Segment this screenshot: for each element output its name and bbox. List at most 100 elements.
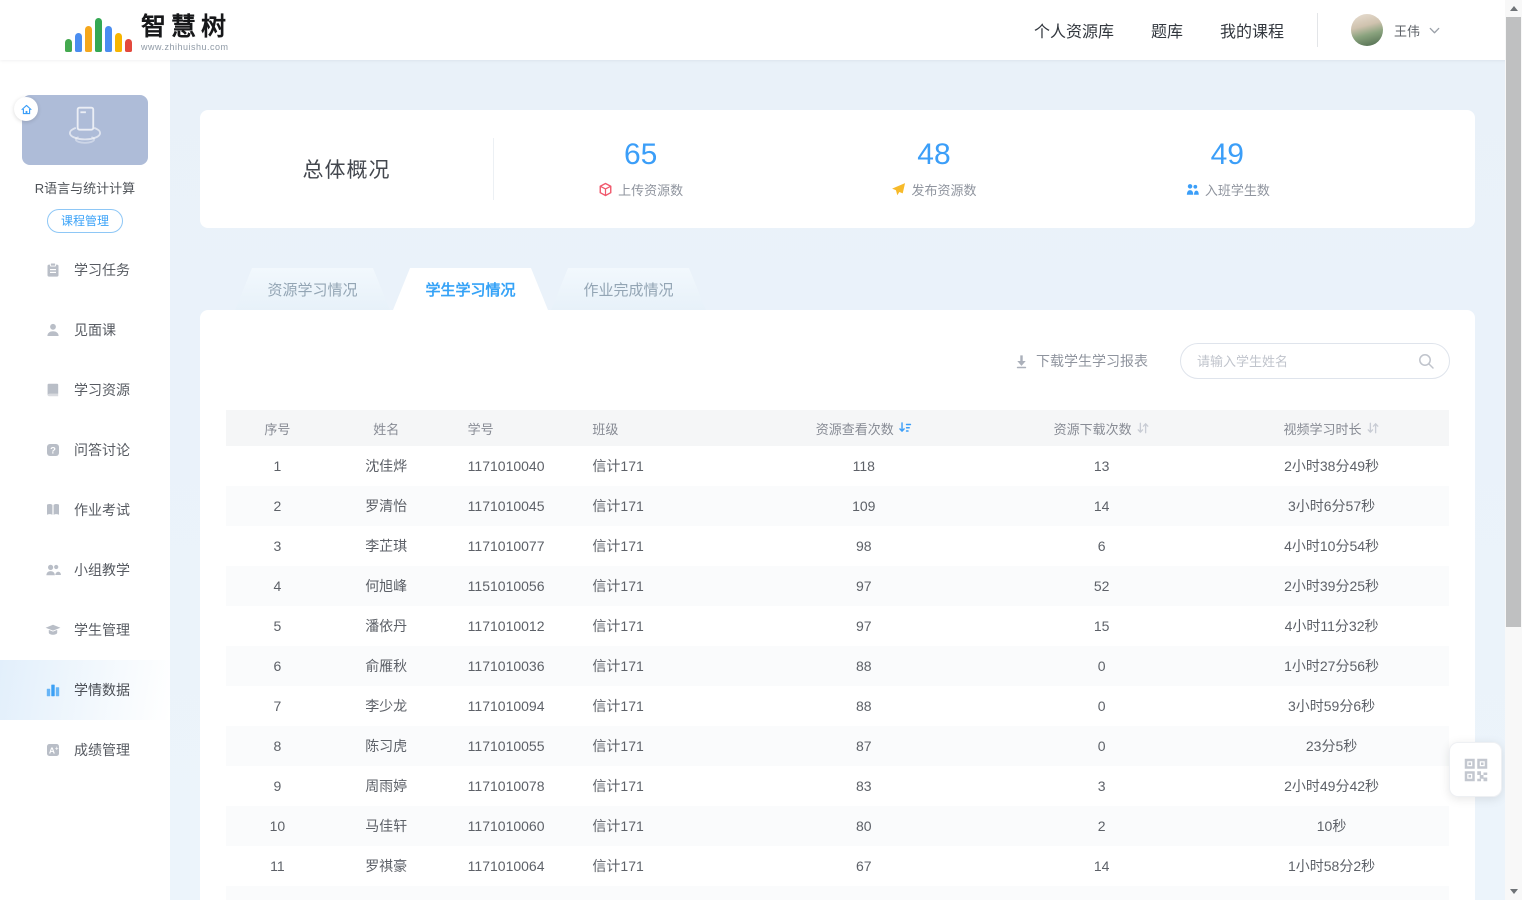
nav-item-2[interactable]: 题库	[1151, 18, 1183, 42]
stat-label: 发布资源数	[911, 180, 976, 199]
cell-views: 80	[738, 806, 989, 846]
stat-label: 入班学生数	[1205, 180, 1270, 199]
cell-name: 潘依丹	[329, 606, 444, 646]
sidebar-item-3[interactable]: 学习资源	[0, 360, 170, 420]
tab-2[interactable]: 学生学习情况	[393, 268, 548, 310]
student-table: 序号姓名学号班级资源查看次数资源下载次数视频学习时长 1沈佳烨117101004…	[226, 410, 1449, 900]
open-book-icon	[45, 502, 61, 518]
cell-class: 信计171	[568, 766, 738, 806]
table-row: 11罗祺豪1171010064信计17167141小时58分2秒	[226, 846, 1449, 886]
sidebar-item-label: 学习资源	[74, 380, 130, 400]
column-header-inner: 序号	[264, 419, 290, 438]
cell-video-duration: 1小时58分2秒	[1214, 846, 1449, 886]
brand-logo[interactable]: 智慧树 www.zhihuishu.com	[65, 8, 231, 52]
stat-label-row: 发布资源数	[891, 180, 976, 199]
column-header-student-id: 学号	[444, 410, 569, 446]
cell-video-duration: 3小时59分6秒	[1214, 686, 1449, 726]
sidebar-item-4[interactable]: ?问答讨论	[0, 420, 170, 480]
cell-index: 5	[226, 606, 329, 646]
question-icon: ?	[45, 442, 61, 458]
person-icon	[45, 322, 61, 338]
cell-class: 信计171	[568, 726, 738, 766]
sort-descending-icon[interactable]	[898, 421, 912, 435]
cell-student-id: 1171010094	[444, 686, 569, 726]
brand-name: 智慧树	[141, 15, 231, 40]
cell-class: 信计171	[568, 606, 738, 646]
table-row: 4何旭峰1151010056信计17197522小时39分25秒	[226, 566, 1449, 606]
sidebar-item-5[interactable]: 作业考试	[0, 480, 170, 540]
cube-icon	[598, 182, 613, 197]
cell-class: 信计171	[568, 846, 738, 886]
sidebar-item-8[interactable]: 学情数据	[0, 660, 170, 720]
cell-index: 1	[226, 446, 329, 486]
table-row: 9周雨婷1171010078信计1718332小时49分42秒	[226, 766, 1449, 806]
sidebar-item-2[interactable]: 见面课	[0, 300, 170, 360]
cell-views: 98	[738, 526, 989, 566]
cell-class: 信计171	[568, 526, 738, 566]
cell-name: 何旭峰	[329, 566, 444, 606]
cell-student-id: 1171010055	[444, 726, 569, 766]
nav-item-1[interactable]: 个人资源库	[1034, 18, 1114, 42]
cell-video-duration: 1小时27分56秒	[1214, 646, 1449, 686]
sort-toggle-icon[interactable]	[1366, 421, 1380, 435]
cell-name: 沈佳烨	[329, 446, 444, 486]
sidebar-item-7[interactable]: 学生管理	[0, 600, 170, 660]
cell-downloads: 14	[989, 846, 1214, 886]
scroll-down-button[interactable]	[1505, 883, 1522, 900]
grade-icon: A+	[45, 742, 61, 758]
cell-video-duration: 2小时49分42秒	[1214, 766, 1449, 806]
column-header-downloads[interactable]: 资源下载次数	[989, 410, 1214, 446]
search-box	[1180, 343, 1450, 379]
sidebar-item-label: 见面课	[74, 320, 116, 340]
scrollbar-thumb[interactable]	[1506, 17, 1521, 627]
tab-bar: 资源学习情况学生学习情况作业完成情况	[235, 268, 1475, 310]
column-header-video-duration[interactable]: 视频学习时长	[1214, 410, 1449, 446]
column-header-views[interactable]: 资源查看次数	[738, 410, 989, 446]
tab-3[interactable]: 作业完成情况	[551, 268, 706, 310]
scrollbar	[1505, 0, 1522, 900]
sidebar-item-9[interactable]: A+成绩管理	[0, 720, 170, 780]
cell-index: 10	[226, 806, 329, 846]
user-menu[interactable]: 王伟	[1351, 14, 1522, 46]
cell-name: 李少龙	[329, 686, 444, 726]
sidebar-item-label: 学生管理	[74, 620, 130, 640]
home-icon[interactable]	[14, 97, 38, 121]
column-header-name: 姓名	[329, 410, 444, 446]
column-label: 序号	[264, 419, 290, 438]
nav-item-3[interactable]: 我的课程	[1220, 18, 1284, 42]
cell-downloads: 13	[989, 446, 1214, 486]
cell-video-duration: 4小时11分32秒	[1214, 606, 1449, 646]
avatar[interactable]	[1351, 14, 1383, 46]
search-input[interactable]	[1180, 343, 1450, 379]
bar-chart-icon	[45, 682, 61, 698]
search-icon[interactable]	[1417, 352, 1435, 370]
cell-downloads: 15	[989, 606, 1214, 646]
sidebar-item-1[interactable]: 学习任务	[0, 240, 170, 300]
column-header-inner: 资源查看次数	[816, 419, 912, 438]
qr-code-button[interactable]	[1449, 742, 1502, 797]
column-header-inner: 姓名	[373, 419, 399, 438]
cell-video-duration: 3小时6分57秒	[1214, 486, 1449, 526]
course-card[interactable]	[22, 95, 148, 165]
column-header-inner: 学号	[468, 419, 494, 438]
sidebar-item-label: 小组教学	[74, 560, 130, 580]
sort-toggle-icon[interactable]	[1136, 421, 1150, 435]
cell-downloads: 0	[989, 726, 1214, 766]
column-header-inner: 班级	[592, 419, 618, 438]
column-label: 视频学习时长	[1284, 419, 1362, 438]
tab-1[interactable]: 资源学习情况	[235, 268, 390, 310]
cell-empty	[1214, 886, 1449, 900]
stat-label-row: 上传资源数	[598, 180, 683, 199]
sidebar-item-6[interactable]: 小组教学	[0, 540, 170, 600]
cell-student-id: 1171010060	[444, 806, 569, 846]
cell-class: 信计171	[568, 806, 738, 846]
cell-index: 4	[226, 566, 329, 606]
chevron-down-icon[interactable]	[1427, 23, 1442, 38]
brand-url: www.zhihuishu.com	[141, 42, 231, 52]
course-manage-button[interactable]: 课程管理	[47, 209, 123, 233]
download-report-link[interactable]: 下载学生学习报表	[1014, 351, 1148, 371]
scroll-up-button[interactable]	[1505, 0, 1522, 17]
cell-name: 俞雁秋	[329, 646, 444, 686]
course-title: R语言与统计计算	[0, 178, 170, 197]
cell-video-duration: 10秒	[1214, 806, 1449, 846]
